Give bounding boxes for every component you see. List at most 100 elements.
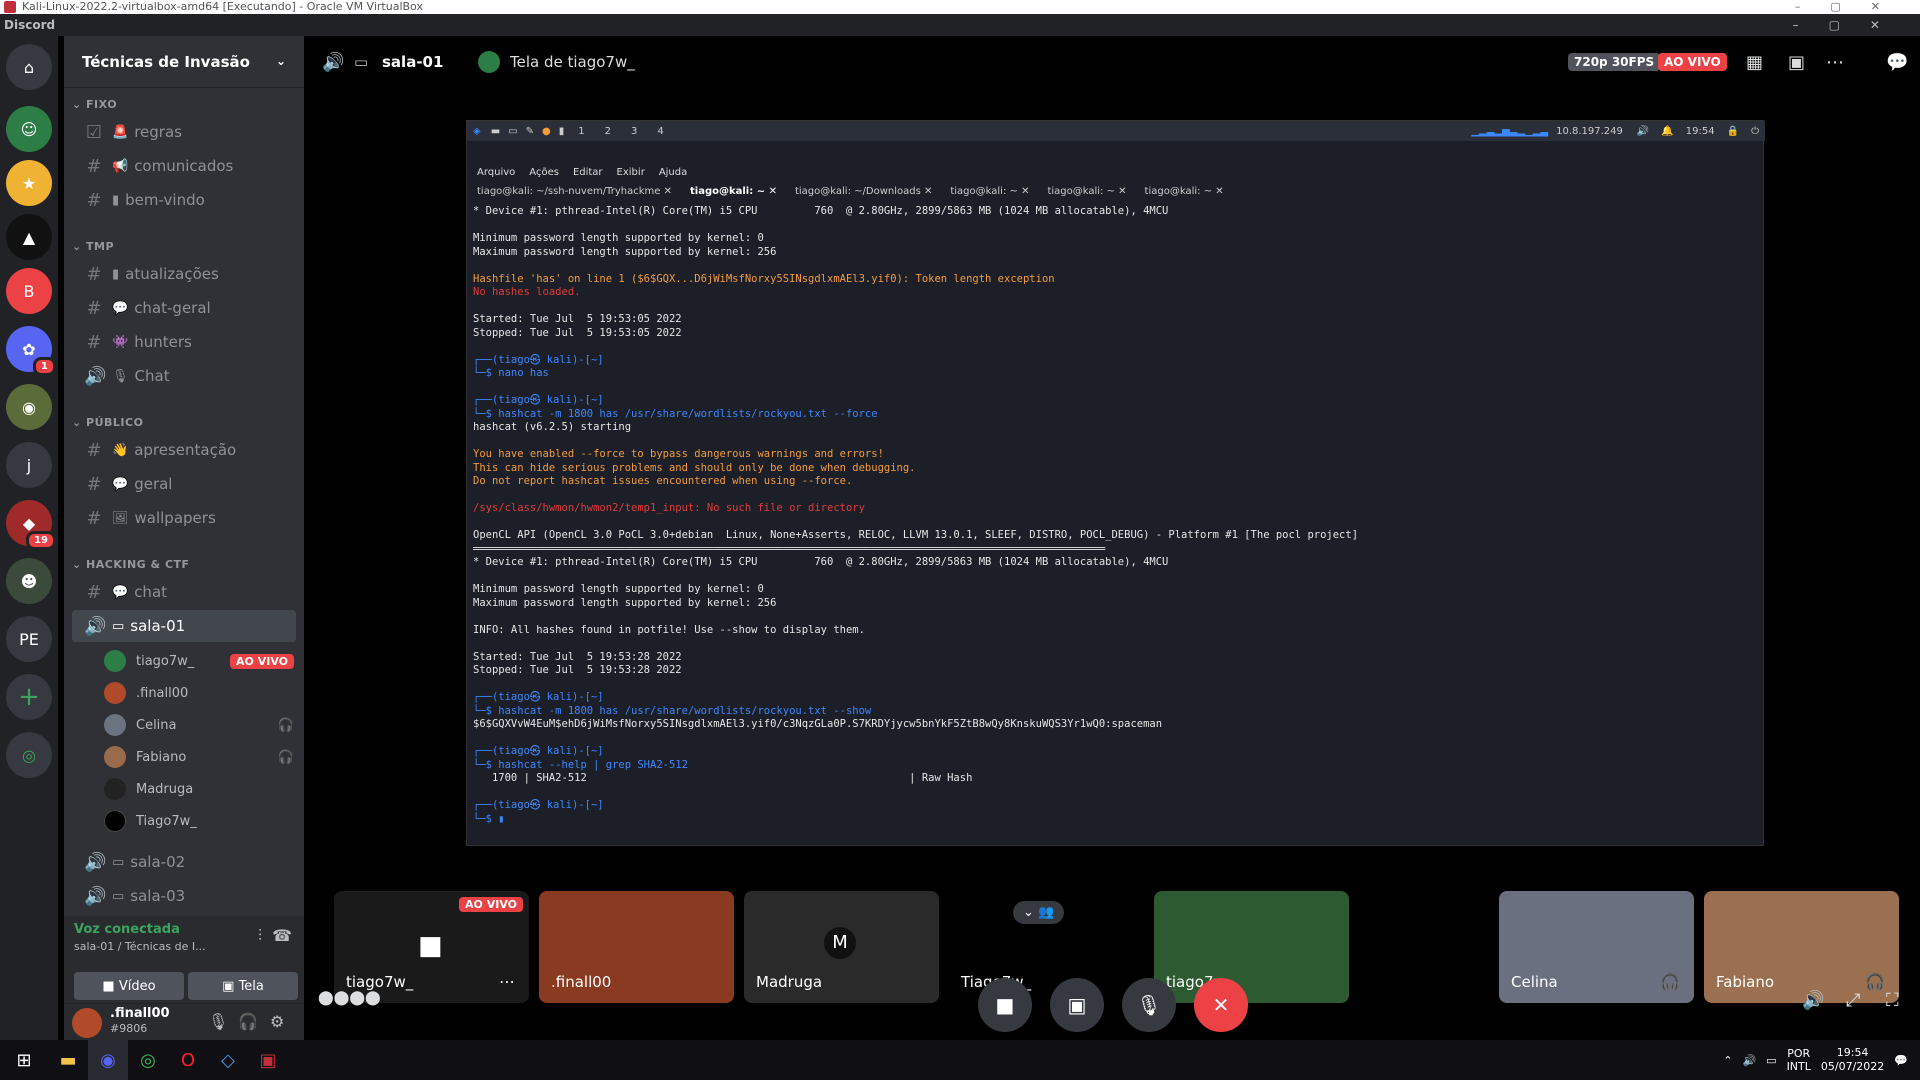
channel-hunters[interactable]: # 👾 hunters [72, 326, 296, 358]
server-icon[interactable]: ▲ [6, 214, 52, 260]
notifications-icon[interactable]: 💬 [1894, 1054, 1908, 1067]
windows-start-icon[interactable]: ⊞ [0, 1040, 48, 1080]
participant-tile[interactable]: Fabiano 🎧 [1704, 891, 1899, 1003]
screen-share-button[interactable]: ▣ Tela [188, 972, 298, 1000]
participant-tile[interactable]: tiago7w_ [1154, 891, 1349, 1003]
voice-user[interactable]: Celina 🎧 [104, 709, 294, 741]
menu-editar[interactable]: Editar [573, 167, 603, 178]
workspace-2[interactable]: 2 [605, 126, 611, 137]
voice-user[interactable]: Tiago7w_ [104, 805, 294, 837]
volume-icon[interactable]: 🔊 [1637, 126, 1649, 137]
network-icon[interactable]: ▭ [1766, 1054, 1776, 1067]
discord-window-controls[interactable]: –▢✕ [1793, 14, 1910, 36]
disconnect-icon[interactable]: ☎ [272, 926, 292, 945]
chrome-icon[interactable]: ◎ [128, 1040, 168, 1080]
server-icon[interactable]: ☺ [6, 106, 52, 152]
settings-icon[interactable]: ⚙ [270, 1012, 284, 1031]
lock-icon[interactable]: 🔒 [1727, 126, 1739, 137]
discord-icon[interactable]: ◉ [88, 1040, 128, 1080]
voice-user[interactable]: tiago7w_ AO VIVO [104, 645, 294, 677]
server-icon-pe[interactable]: PE [6, 616, 52, 662]
channel-chat[interactable]: # 💬 chat [72, 576, 296, 608]
discord-home-icon[interactable]: ⌂ [6, 44, 52, 90]
explore-icon[interactable]: ◎ [6, 732, 52, 778]
power-icon[interactable]: ⏻ [1751, 126, 1759, 137]
channel-comunicados[interactable]: # 📢 comunicados [72, 150, 296, 182]
language-indicator[interactable]: POR INTL [1787, 1047, 1811, 1073]
more-icon[interactable]: ⋯ [1826, 52, 1844, 73]
category-publico[interactable]: ⌄ PÚBLICO [72, 416, 143, 429]
video-button[interactable]: ■ Vídeo [74, 972, 184, 1000]
channel-geral[interactable]: # 💬 geral [72, 468, 296, 500]
taskbar-clock[interactable]: 19:54 05/07/2022 [1821, 1046, 1884, 1074]
workspace-4[interactable]: 4 [657, 126, 663, 137]
voice-user[interactable]: Fabiano 🎧 [104, 741, 294, 773]
popout-icon[interactable]: ⤢ [1846, 990, 1860, 1011]
menu-acoes[interactable]: Ações [529, 167, 559, 178]
noise-suppression-icon[interactable]: ⫶ [258, 926, 262, 946]
participant-tile[interactable]: M Madruga [744, 891, 939, 1003]
server-icon[interactable]: ☻ [6, 558, 52, 604]
file-explorer-icon[interactable]: ▬ [48, 1040, 88, 1080]
menu-exibir[interactable]: Exibir [617, 167, 645, 178]
opera-icon[interactable]: O [168, 1040, 208, 1080]
terminal-tab[interactable]: tiago@kali: ~ ✕ [1145, 186, 1242, 197]
server-icon[interactable]: ◉ [6, 384, 52, 430]
shared-screen[interactable]: ◈ ▬ ▭ ✎ ● ▮ 1 2 3 4 ▁▂▃▂▅▃▂▁▂▃ 10.8.197.… [466, 120, 1765, 846]
firefox-icon[interactable]: ● [542, 126, 551, 137]
participant-tile[interactable]: AO VIVO ■ tiago7w_ ⋯ [334, 891, 529, 1003]
participant-tile[interactable]: .finall00 [539, 891, 734, 1003]
folder-icon[interactable]: ▭ [508, 126, 517, 137]
add-server-icon[interactable]: + [6, 674, 52, 720]
grid-layout-icon[interactable]: ▦ [1746, 52, 1763, 73]
channel-chat-geral[interactable]: # 💬 chat-geral [72, 292, 296, 324]
channel-atualizacoes[interactable]: # ▮ atualizações [72, 258, 296, 290]
channel-bem-vindo[interactable]: # ▮ bem-vindo [72, 184, 296, 216]
category-fixo[interactable]: ⌄ FIXO [72, 98, 117, 111]
workspace-3[interactable]: 3 [631, 126, 637, 137]
voice-channel-chat[interactable]: 🔊 🎙 Chat [72, 360, 296, 392]
terminal-tab[interactable]: tiago@kali: ~/Downloads ✕ [795, 186, 950, 197]
channel-apresentacao[interactable]: # 👋 apresentação [72, 434, 296, 466]
voice-user[interactable]: Madruga [104, 773, 294, 805]
voice-channel-sala-01[interactable]: 🔊 ▭ sala-01 [72, 610, 296, 642]
participant-avatars[interactable]: ⬤⬤⬤⬤ [318, 990, 381, 1006]
server-icon[interactable]: ★ [6, 160, 52, 206]
participant-tile[interactable]: ⌄ 👥 Tiago7w_ [949, 891, 1144, 1003]
chat-icon[interactable]: 💬 [1886, 52, 1908, 73]
category-hacking[interactable]: ⌄ HACKING & CTF [72, 558, 190, 571]
bell-icon[interactable]: 🔔 [1661, 126, 1673, 137]
editor-icon[interactable]: ✎ [526, 126, 534, 137]
window-controls[interactable]: –▢✕ [1795, 0, 1910, 14]
server-header[interactable]: Técnicas de Invasão ⌄ [64, 36, 304, 88]
channel-wallpapers[interactable]: # 🖼 wallpapers [72, 502, 296, 534]
screen-share-toggle-button[interactable]: ▣ [1050, 978, 1104, 1032]
terminal-icon[interactable]: ▮ [559, 126, 565, 137]
server-icon[interactable]: ✿ 1 [6, 326, 56, 376]
category-tmp[interactable]: ⌄ TMP [72, 240, 114, 253]
terminal-tab[interactable]: tiago@kali: ~ ✕ [1047, 186, 1144, 197]
camera-toggle-button[interactable]: ■ [978, 978, 1032, 1032]
avatar[interactable] [72, 1008, 102, 1038]
fullscreen-icon[interactable]: ⛶ [1886, 990, 1899, 1011]
volume-icon[interactable]: 🔊 [1742, 1054, 1756, 1067]
headphones-icon[interactable]: 🎧 [238, 1012, 258, 1031]
menu-ajuda[interactable]: Ajuda [659, 167, 687, 178]
file-manager-icon[interactable]: ▬ [491, 126, 500, 137]
popout-icon[interactable]: ▣ [1788, 52, 1805, 73]
voice-channel-sala-02[interactable]: 🔊 ▭ sala-02 [72, 846, 296, 878]
microphone-icon[interactable]: 🎙 [208, 1012, 228, 1031]
disconnect-button[interactable]: ✕ [1194, 978, 1248, 1032]
terminal-output[interactable]: * Device #1: pthread-Intel(R) Core(TM) i… [473, 205, 1753, 841]
terminal-tab-active[interactable]: tiago@kali: ~ ✕ [690, 186, 795, 197]
voice-user[interactable]: .finall00 [104, 677, 294, 709]
server-icon[interactable]: ◆ 19 [6, 500, 56, 550]
server-icon-j[interactable]: j [6, 442, 52, 488]
volume-icon[interactable]: 🔊 [1802, 990, 1824, 1011]
menu-arquivo[interactable]: Arquivo [477, 167, 515, 178]
kali-vm-icon[interactable]: ▣ [248, 1040, 288, 1080]
server-icon[interactable]: B [6, 268, 52, 314]
tray-chevron-icon[interactable]: ⌃ [1723, 1054, 1732, 1067]
terminal-tab[interactable]: tiago@kali: ~ ✕ [950, 186, 1047, 197]
channel-regras[interactable]: ☑ 🚨 regras [72, 116, 296, 148]
